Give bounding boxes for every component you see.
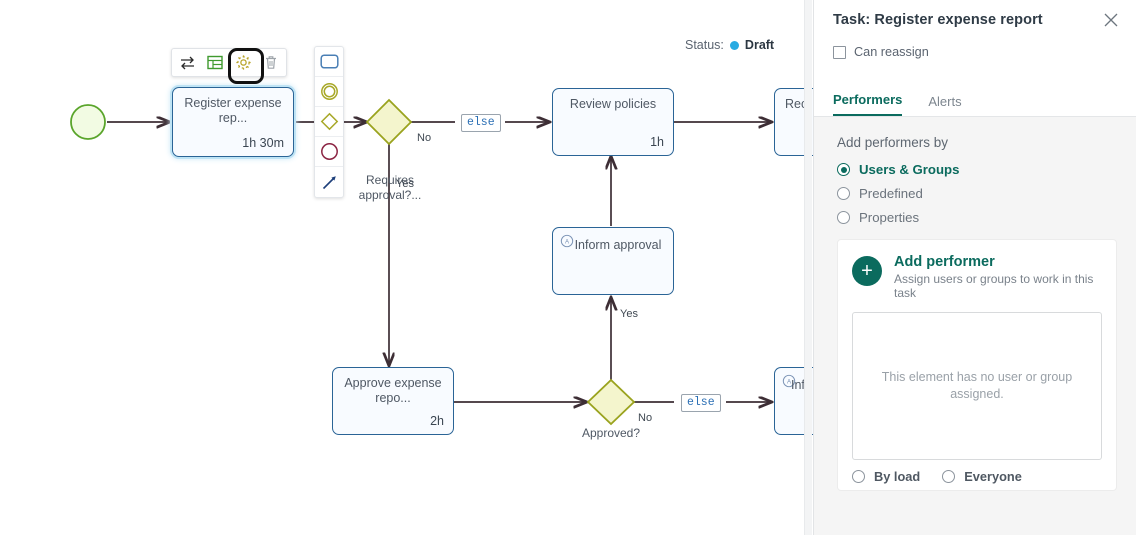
tab-performers[interactable]: Performers [833, 92, 903, 116]
element-toolbar [171, 47, 287, 84]
event-circle-icon [320, 143, 338, 160]
add-performers-by-label: Add performers by [837, 135, 949, 150]
can-reassign-checkbox-row[interactable]: Can reassign [833, 45, 1120, 59]
task-node-title: Review policies [569, 97, 657, 111]
performers-empty-box: This element has no user or group assign… [852, 312, 1102, 460]
radio-row-by-load[interactable]: By load [852, 469, 920, 484]
palette-item-end-event[interactable] [315, 77, 343, 107]
task-node-register-expense[interactable]: Register expense rep... 1h 30m [172, 87, 294, 157]
condition-chip-else-1[interactable]: else [461, 114, 501, 132]
diagram-connectors [70, 98, 813, 426]
plus-icon[interactable]: + [852, 256, 882, 286]
edge-label-no-1: No [417, 132, 432, 144]
canvas-scrollbar[interactable] [804, 0, 812, 535]
gateway-label-approved: Approved? [581, 426, 641, 440]
panel-tabs: Performers Alerts [814, 86, 1136, 117]
radio-everyone[interactable] [942, 470, 956, 483]
radio-properties[interactable] [837, 211, 850, 224]
gear-icon[interactable] [228, 47, 264, 84]
radio-label-properties: Properties [859, 210, 920, 225]
add-performer-title: Add performer [894, 254, 995, 270]
gateway-diamond-icon [320, 112, 338, 131]
panel-title: Task: Register expense report [833, 12, 1043, 28]
shape-palette [314, 46, 344, 198]
radio-row-users-groups[interactable]: Users & Groups [837, 162, 1117, 177]
process-editor-screen: Status: Draft Register expense rep... 1h… [0, 0, 1136, 535]
trash-icon[interactable] [261, 53, 281, 73]
palette-item-gateway[interactable] [315, 107, 343, 137]
panel-header: Task: Register expense report Can reassi… [814, 0, 1136, 86]
radio-row-everyone[interactable]: Everyone [942, 469, 1022, 484]
radio-by-load[interactable] [852, 470, 865, 483]
swap-arrows-icon[interactable] [177, 53, 197, 73]
edge-label-no-2: No [638, 412, 653, 424]
status-indicator: Status: Draft [685, 38, 774, 52]
palette-item-task[interactable] [315, 47, 343, 77]
task-node-inform-approval[interactable]: A Inform approval [552, 227, 674, 295]
radio-label-users-groups: Users & Groups [859, 162, 960, 177]
palette-item-event[interactable] [315, 137, 343, 167]
task-node-duration: 2h [430, 414, 444, 428]
assignment-options: By load Everyone [852, 469, 1102, 484]
connector-arrow-icon [322, 175, 336, 189]
end-event-circle-icon [320, 83, 338, 100]
radio-users-groups[interactable] [837, 163, 850, 176]
gateway-requires-approval [365, 98, 413, 146]
status-label: Status: [685, 38, 724, 52]
radio-row-properties[interactable]: Properties [837, 210, 1117, 225]
add-performer-subtitle: Assign users or groups to work in this t… [894, 272, 1094, 300]
form-table-icon[interactable] [205, 53, 225, 73]
radio-label-everyone: Everyone [964, 469, 1022, 484]
add-performer-row[interactable]: + Add performer Assign users or groups t… [852, 254, 1102, 300]
task-rectangle-icon [319, 54, 339, 69]
task-node-review-policies[interactable]: Review policies 1h [552, 88, 674, 156]
condition-chip-else-2[interactable]: else [681, 394, 721, 412]
task-node-title: Approve expense repo... [344, 376, 442, 405]
performers-empty-text: This element has no user or group assign… [881, 370, 1073, 401]
performers-card: + Add performer Assign users or groups t… [837, 239, 1117, 491]
palette-item-connector[interactable] [315, 167, 343, 197]
diagram-canvas[interactable]: Status: Draft Register expense rep... 1h… [0, 0, 813, 535]
panel-body: Add performers by Users & Groups Predefi… [814, 117, 1136, 535]
task-node-approve-expense[interactable]: Approve expense repo... 2h [332, 367, 454, 435]
status-value: Draft [744, 38, 775, 52]
task-node-duration: 1h [650, 135, 664, 149]
gateway-label-requires-approval: Requires approval?... [358, 173, 422, 202]
tab-alerts[interactable]: Alerts [928, 94, 961, 116]
can-reassign-label: Can reassign [854, 45, 929, 59]
task-properties-panel: Task: Register expense report Can reassi… [813, 0, 1136, 535]
can-reassign-checkbox[interactable] [833, 45, 846, 59]
task-node-title: Inform approval [574, 238, 662, 252]
start-event-node [70, 104, 106, 140]
status-dot-icon [729, 40, 739, 50]
edge-label-yes-2: Yes [620, 308, 638, 320]
edge-label-yes-1: Yes [396, 178, 414, 190]
task-node-duration: 1h 30m [242, 136, 284, 150]
gateway-approved [586, 378, 636, 426]
close-icon[interactable] [1102, 11, 1120, 29]
radio-label-by-load: By load [874, 469, 921, 484]
task-node-title: Register expense rep... [184, 96, 282, 125]
radio-predefined[interactable] [837, 187, 850, 200]
radio-label-predefined: Predefined [859, 186, 923, 201]
radio-row-predefined[interactable]: Predefined [837, 186, 1117, 201]
